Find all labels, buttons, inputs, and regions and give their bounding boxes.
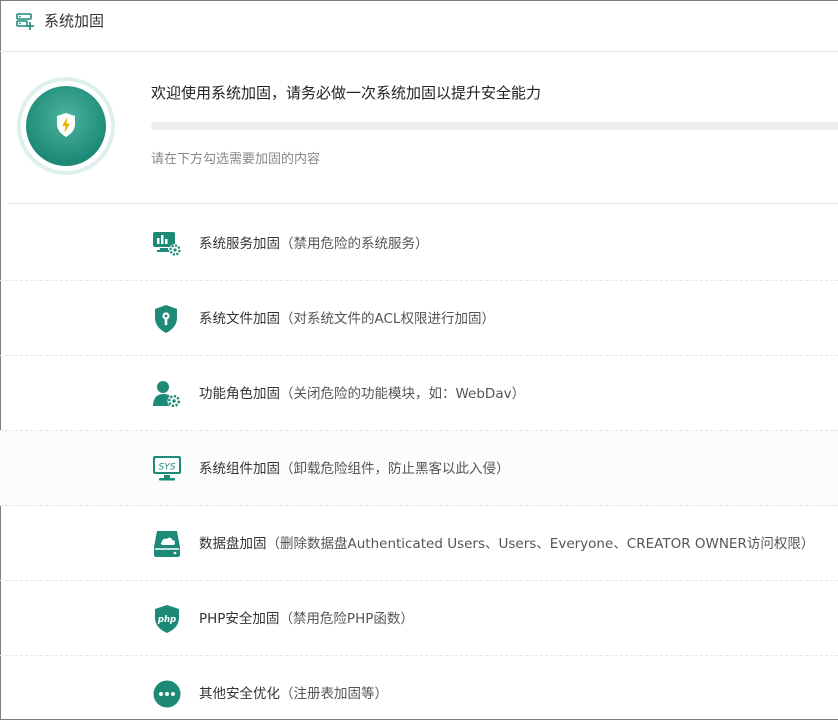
- hardening-item-system-service[interactable]: 系统服务加固（禁用危险的系统服务）: [0, 206, 838, 281]
- hardening-item-data-disk[interactable]: 数据盘加固（删除数据盘Authenticated Users、Users、Eve…: [0, 506, 838, 581]
- item-title: PHP安全加固: [199, 611, 280, 627]
- item-description: （对系统文件的ACL权限进行加固）: [280, 311, 495, 327]
- item-description: （禁用危险的系统服务）: [280, 236, 429, 252]
- disk-cloud-icon: [152, 529, 182, 559]
- php-shield-icon: php: [152, 604, 182, 634]
- server-shield-icon: [16, 13, 34, 31]
- item-title: 其他安全优化: [199, 686, 280, 702]
- item-description: （注册表加固等）: [280, 686, 388, 702]
- hardening-item-system-file[interactable]: 系统文件加固（对系统文件的ACL权限进行加固）: [0, 281, 838, 356]
- hardening-item-other[interactable]: 其他安全优化（注册表加固等）: [0, 656, 838, 720]
- hardening-item-php[interactable]: php PHP安全加固（禁用危险PHP函数）: [0, 581, 838, 656]
- item-title: 系统组件加固: [199, 461, 280, 477]
- svg-text:php: php: [157, 615, 176, 625]
- item-title: 数据盘加固: [199, 536, 267, 552]
- item-description: （卸载危险组件，防止黑客以此入侵）: [280, 461, 510, 477]
- file-shield-icon: [152, 304, 182, 334]
- security-badge: [17, 77, 115, 175]
- hero-section: 欢迎使用系统加固，请务必做一次系统加固以提升安全能力 请在下方勾选需要加固的内容: [0, 52, 838, 204]
- item-title: 功能角色加固: [199, 386, 280, 402]
- item-description: （禁用危险PHP函数）: [279, 611, 414, 627]
- page-title: 系统加固: [44, 12, 105, 30]
- hardening-item-feature-role[interactable]: 功能角色加固（关闭危险的功能模块，如：WebDav）: [0, 356, 838, 431]
- user-gear-icon: [152, 379, 182, 409]
- section-divider: [7, 203, 838, 204]
- item-description: （关闭危险的功能模块，如：WebDav）: [280, 386, 526, 402]
- sys-monitor-icon: SYS: [152, 454, 182, 484]
- hardening-progress-bar: [151, 122, 838, 130]
- item-title: 系统文件加固: [199, 311, 280, 327]
- selection-hint: 请在下方勾选需要加固的内容: [151, 152, 321, 167]
- hardening-item-list: 系统服务加固（禁用危险的系统服务） 系统文件加固（对系统文件的ACL权限进行加固…: [0, 206, 838, 720]
- service-monitor-icon: [152, 229, 182, 259]
- item-title: 系统服务加固: [199, 236, 280, 252]
- item-description: （删除数据盘Authenticated Users、Users、Everyone…: [266, 536, 815, 552]
- more-dots-icon: [152, 679, 182, 709]
- title-bar: 系统加固: [0, 0, 838, 52]
- welcome-message: 欢迎使用系统加固，请务必做一次系统加固以提升安全能力: [151, 84, 542, 102]
- hardening-item-system-component[interactable]: SYS 系统组件加固（卸载危险组件，防止黑客以此入侵）: [0, 431, 838, 506]
- svg-text:SYS: SYS: [159, 463, 176, 473]
